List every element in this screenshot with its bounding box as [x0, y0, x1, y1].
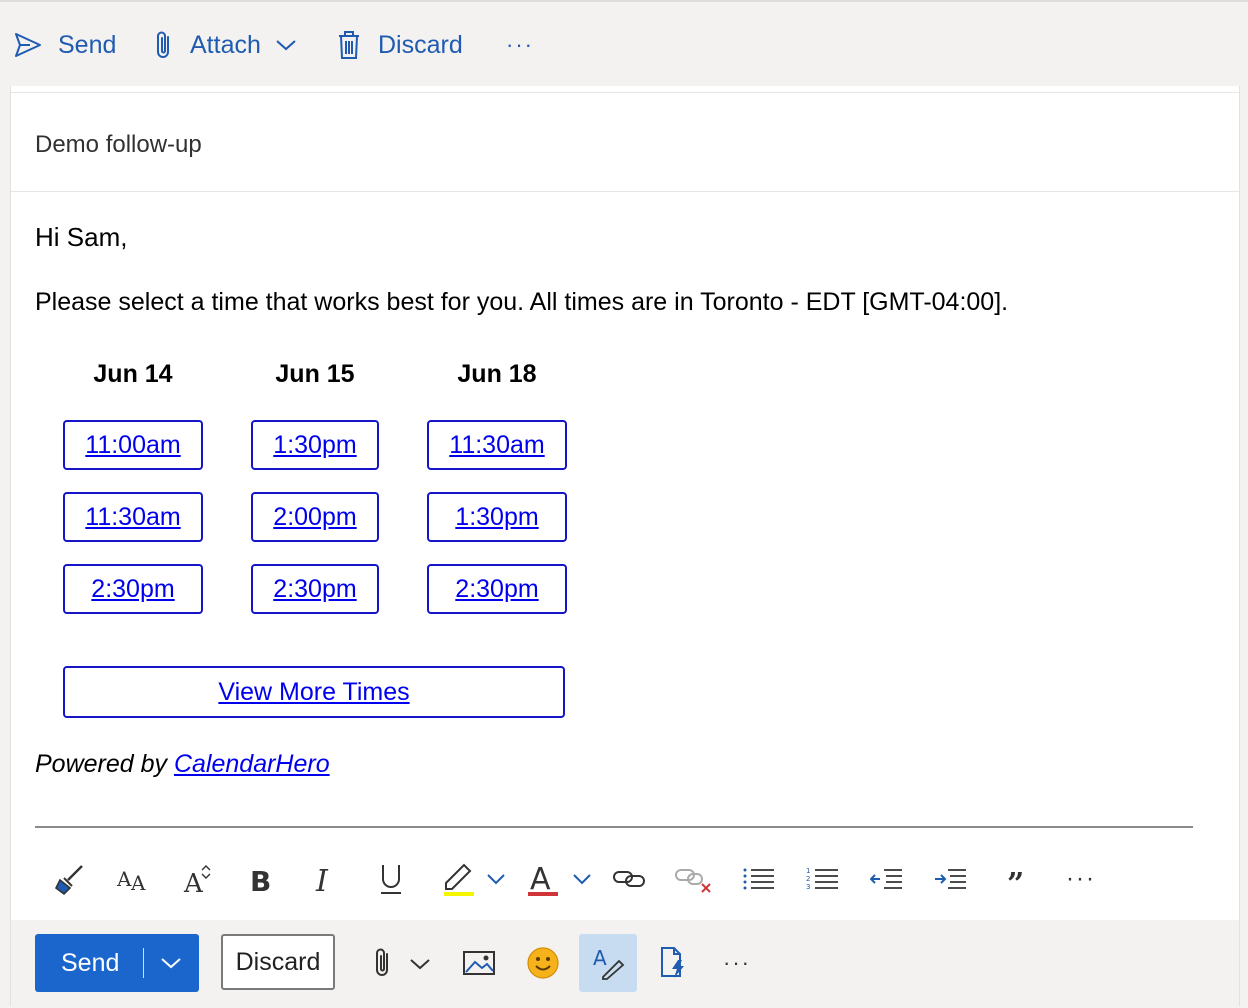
send-options-chevron-icon[interactable] [160, 956, 182, 970]
font-color-icon[interactable]: A [521, 856, 607, 902]
chevron-down-icon[interactable] [275, 38, 297, 52]
quick-parts-icon[interactable] [651, 934, 695, 992]
bold-icon[interactable]: B [239, 856, 283, 902]
intro-text: Please select a time that works best for… [35, 288, 1009, 316]
italic-icon[interactable]: I [303, 856, 347, 902]
highlight-icon[interactable] [435, 856, 521, 902]
paperclip-icon [154, 29, 174, 61]
calendarhero-link[interactable]: CalendarHero [174, 750, 330, 778]
numbering-icon[interactable]: 123 [801, 856, 845, 902]
svg-text:3: 3 [806, 883, 810, 891]
svg-text:A: A [130, 871, 146, 894]
svg-text:1: 1 [806, 867, 810, 875]
font-size-icon[interactable]: AA [111, 856, 155, 902]
time-slot-link[interactable]: 11:00am [63, 420, 203, 470]
subject-row: Demo follow-up [11, 92, 1239, 192]
action-bar: Send Discard A ··· [11, 920, 1239, 1006]
send-button-label: Send [61, 948, 120, 977]
powered-by-prefix: Powered by [35, 750, 174, 778]
top-toolbar: Send Attach Discard ··· [0, 0, 1248, 86]
send-toolbar-label: Send [58, 30, 117, 59]
svg-text:A: A [116, 867, 132, 891]
format-more-button[interactable]: ··· [1059, 856, 1103, 902]
attach-toolbar-label: Attach [190, 30, 261, 59]
subject-field[interactable]: Demo follow-up [35, 131, 202, 159]
time-slot-link[interactable]: 2:30pm [427, 564, 567, 614]
send-button[interactable]: Send [35, 934, 199, 992]
unlink-icon[interactable] [671, 856, 715, 902]
day-header: Jun 14 [93, 360, 173, 388]
time-slot-link[interactable]: 11:30am [63, 492, 203, 542]
svg-text:I: I [315, 864, 329, 896]
time-slot-link[interactable]: 2:00pm [251, 492, 379, 542]
powered-by-text: Powered by CalendarHero [35, 750, 330, 779]
discard-toolbar-label: Discard [378, 30, 463, 59]
attach-toolbar-button[interactable]: Attach [154, 26, 297, 64]
time-slot-link[interactable]: 2:30pm [63, 564, 203, 614]
day-header: Jun 18 [457, 360, 537, 388]
signature-divider [35, 826, 1193, 828]
time-slot-link[interactable]: 1:30pm [251, 420, 379, 470]
send-toolbar-button[interactable]: Send [14, 26, 116, 64]
time-slot-link[interactable]: 2:30pm [251, 564, 379, 614]
quote-icon[interactable]: ” [995, 856, 1039, 902]
insert-picture-icon[interactable] [457, 934, 501, 992]
underline-icon[interactable] [369, 856, 413, 902]
day-header: Jun 15 [275, 360, 355, 388]
increase-indent-icon[interactable] [929, 856, 973, 902]
top-border [0, 0, 1248, 2]
discard-button[interactable]: Discard [221, 934, 335, 990]
format-painter-icon[interactable] [49, 856, 93, 902]
grow-font-icon[interactable]: A [175, 856, 219, 902]
attach-file-button[interactable] [367, 934, 445, 992]
more-options-button[interactable]: ··· [506, 26, 534, 64]
decrease-indent-icon[interactable] [865, 856, 909, 902]
emoji-icon[interactable] [521, 934, 565, 992]
send-split-divider [143, 948, 144, 978]
send-icon [14, 32, 42, 58]
svg-text:A: A [183, 869, 204, 896]
link-icon[interactable] [607, 856, 651, 902]
compose-pane: Demo follow-up Hi Sam, Please select a t… [10, 86, 1240, 1006]
time-slot-link[interactable]: 11:30am [427, 420, 567, 470]
format-toolbar: AA A B I A 123 ” ··· [11, 836, 1239, 920]
svg-text:A: A [593, 946, 607, 970]
svg-text:B: B [250, 865, 271, 896]
action-more-button[interactable]: ··· [715, 934, 759, 992]
view-more-times-link[interactable]: View More Times [63, 666, 565, 718]
greeting-text: Hi Sam, [35, 222, 128, 252]
trash-icon [336, 29, 362, 61]
bullets-icon[interactable] [737, 856, 781, 902]
editor-icon[interactable]: A [579, 934, 637, 992]
discard-toolbar-button[interactable]: Discard [336, 26, 463, 64]
time-slot-link[interactable]: 1:30pm [427, 492, 567, 542]
svg-text:A: A [530, 862, 551, 897]
svg-text:”: ” [1007, 868, 1024, 890]
svg-text:2: 2 [806, 875, 810, 883]
